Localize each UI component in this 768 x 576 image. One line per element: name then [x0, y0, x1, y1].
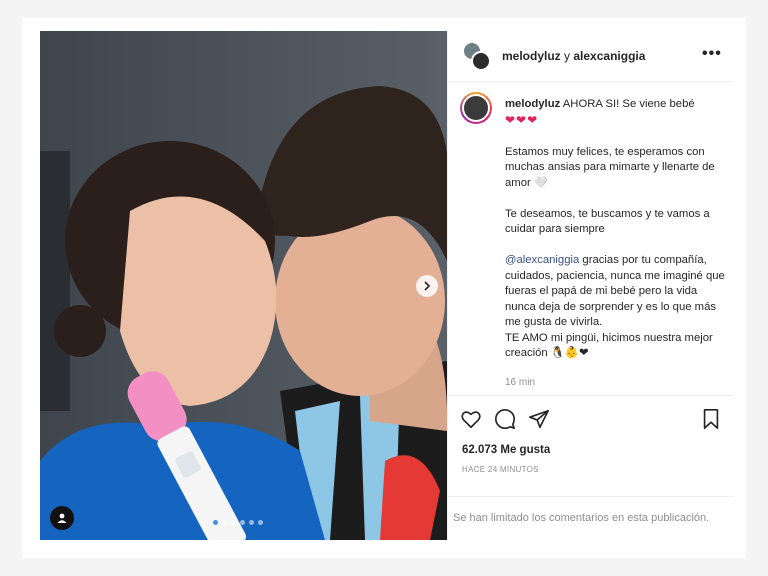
tagged-users-button[interactable] [50, 506, 74, 530]
author-link[interactable]: alexcaniggia [573, 49, 645, 63]
heart-icon [461, 411, 481, 429]
share-button[interactable] [528, 408, 550, 430]
post-caption: melodyluz AHORA SI! Se viene bebé ❤❤❤ Es… [505, 97, 725, 377]
likes-count[interactable]: 62.073 Me gusta [462, 444, 550, 456]
mention-link[interactable]: @alexcaniggia [505, 254, 579, 266]
carousel-dot [222, 520, 227, 525]
photo-illustration [40, 31, 447, 540]
caption-avatar[interactable] [460, 92, 492, 124]
carousel-dot [213, 520, 218, 525]
caption-hearts: ❤❤❤ [505, 112, 539, 127]
send-icon [529, 409, 549, 429]
save-button[interactable] [700, 408, 722, 430]
comments-limited-text: Se han limitado los comentarios en esta … [453, 512, 710, 524]
caption-timestamp: 16 min [505, 377, 536, 388]
avatar[interactable] [462, 41, 492, 71]
comment-button[interactable] [494, 408, 516, 430]
comments-limited-notice: Se han limitado los comentarios en esta … [448, 496, 734, 540]
post-photo[interactable] [40, 31, 447, 540]
author-link[interactable]: melodyluz [502, 49, 561, 63]
carousel-dot [240, 520, 245, 525]
user-icon [57, 513, 67, 523]
carousel-dot [249, 520, 254, 525]
chevron-right-icon [424, 281, 431, 291]
carousel-dot [258, 520, 263, 525]
caption-first-line: AHORA SI! Se viene bebé [562, 98, 695, 110]
carousel-dot [231, 520, 236, 525]
more-options-button[interactable]: ••• [702, 45, 722, 63]
caption-emojis: 🐧👶❤ [550, 347, 589, 359]
next-slide-button[interactable] [416, 275, 438, 297]
comment-icon [495, 409, 515, 429]
like-button[interactable] [460, 408, 482, 430]
post-time-ago[interactable]: HACE 24 MINUTOS [462, 465, 539, 474]
caption-paragraph: Te deseamos, te buscamos y te vamos a cu… [505, 207, 710, 236]
bookmark-icon [703, 409, 719, 429]
caption-paragraph: Estamos muy felices, te esperamos con mu… [505, 145, 715, 189]
caption-username[interactable]: melodyluz [505, 98, 560, 110]
caption-paragraph: TE AMO mi pingüi, hicimos nuestra mejor … [505, 331, 713, 360]
post-header: melodyluz y alexcaniggia ••• [448, 31, 734, 82]
carousel-dots [213, 520, 263, 525]
avatar-image [471, 51, 491, 71]
post-side-panel: melodyluz y alexcaniggia ••• melodyluz A… [447, 31, 734, 540]
post-authors: melodyluz y alexcaniggia [502, 49, 645, 63]
authors-conjunction: y [564, 49, 571, 63]
